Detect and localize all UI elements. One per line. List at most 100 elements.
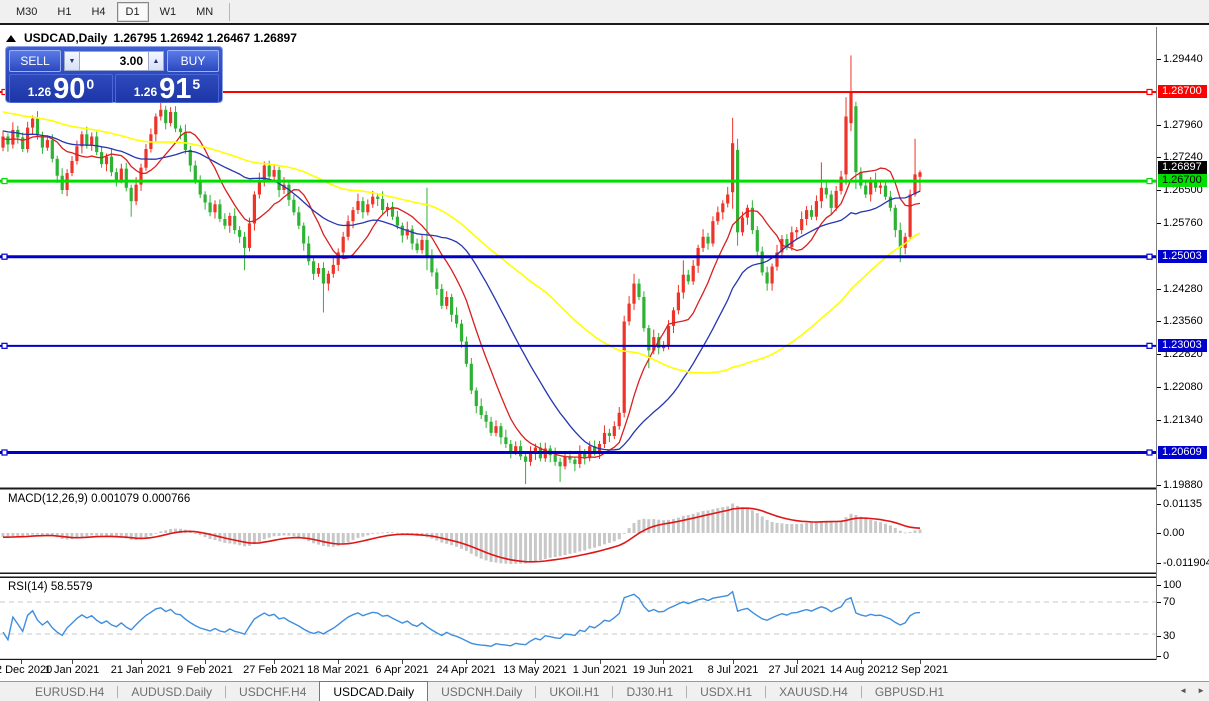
tab-scroll-left-icon[interactable]: ◄ (1179, 687, 1187, 695)
buy-price-digits: 91 (159, 73, 192, 105)
candlesticks (1, 55, 922, 485)
price-badge-1.25003: 1.25003 (1158, 250, 1207, 263)
tab-usdx-h1[interactable]: USDX.H1 (687, 682, 765, 701)
tab-usdcnh-daily[interactable]: USDCNH.Daily (428, 682, 535, 701)
macd-tick-0.00-tick (1157, 533, 1161, 534)
price-tick-1.27240-tick (1157, 157, 1161, 158)
rsi-tick-0-tick (1157, 656, 1161, 657)
hline-handle-1.25003[interactable] (1, 253, 8, 260)
timeframe-button-d1[interactable]: D1 (116, 1, 149, 22)
macd-tick-0.00: 0.00 (1163, 527, 1185, 539)
tab-eurusd-h4[interactable]: EURUSD.H4 (22, 682, 117, 701)
one-click-trade-panel: SELL ▼ 3.00 ▲ BUY 1.26 90 0 1.26 91 5 (5, 46, 223, 105)
hline-handle-1.23003[interactable] (1146, 342, 1153, 349)
timeframe-button-m30[interactable]: M30 (7, 2, 46, 22)
date-axis[interactable]: 12 Dec 20201 Jan 202121 Jan 20219 Feb 20… (0, 660, 1209, 681)
tab-ukoil-h1[interactable]: UKOil.H1 (536, 682, 612, 701)
date-label: 13 May 2021 (503, 664, 567, 676)
rsi-pane-separator-top[interactable] (0, 572, 1156, 575)
sell-button[interactable]: SELL (9, 50, 61, 72)
price-badge-1.28700: 1.28700 (1158, 85, 1207, 98)
buy-button[interactable]: BUY (167, 50, 219, 72)
chart-symbol-label: USDCAD,Daily (24, 31, 108, 45)
price-tick-1.25760: 1.25760 (1163, 217, 1203, 229)
date-label: 6 Apr 2021 (375, 664, 429, 676)
price-tick-1.29440-tick (1157, 59, 1161, 60)
macd-tick--0.011904: -0.011904 (1163, 557, 1209, 569)
hline-handle-1.267[interactable] (1146, 177, 1153, 185)
hline-handle-1.267[interactable] (1, 177, 8, 185)
hline-handle-1.20609[interactable] (1146, 449, 1153, 456)
price-tick-1.24280-tick (1157, 289, 1161, 290)
timeframe-button-h4[interactable]: H4 (82, 2, 114, 22)
date-label: 21 Jan 2021 (110, 664, 172, 676)
rsi-indicator-label: RSI(14) 58.5579 (8, 581, 93, 593)
timeframe-button-mn[interactable]: MN (187, 2, 222, 22)
rsi-tick-70: 70 (1163, 596, 1176, 608)
tab-xauusd-h4[interactable]: XAUUSD.H4 (766, 682, 861, 701)
hline-handle-1.20609[interactable] (1, 449, 8, 456)
rsi-tick-70-tick (1157, 602, 1161, 603)
timeframe-button-h1[interactable]: H1 (48, 2, 80, 22)
price-tick-1.22080: 1.22080 (1163, 381, 1203, 393)
date-label: 8 Jul 2021 (707, 664, 759, 676)
mt4-window: M30 H1 H4 D1 W1 MN USDCAD,Daily 1.26795 1.269… (0, 0, 1209, 701)
price-badge-1.26897: 1.26897 (1158, 161, 1207, 174)
rsi-line (2, 590, 921, 648)
price-axis[interactable]: 1.29440 1.27960 1.27240 1.26500 1.25760 1.242… (1156, 27, 1209, 662)
buy-price-display[interactable]: 1.26 91 5 (115, 73, 219, 105)
volume-decrease-button[interactable]: ▼ (64, 51, 80, 71)
price-tick-1.19880: 1.19880 (1163, 479, 1203, 491)
tab-gbpusd-h1[interactable]: GBPUSD.H1 (862, 682, 957, 701)
chart-canvas (0, 55, 1156, 660)
buy-price-prefix: 1.26 (133, 85, 158, 99)
macd-pane-separator[interactable] (0, 487, 1156, 490)
date-label: 18 Mar 2021 (307, 664, 369, 676)
tab-scroll-arrows: ◄ ► (1179, 687, 1205, 695)
price-tick-1.25760-tick (1157, 223, 1161, 224)
date-label: 1 Jan 2021 (44, 664, 100, 676)
hline-handle-1.287[interactable] (1146, 88, 1153, 96)
rsi-tick-100: 100 (1163, 579, 1182, 591)
macd-tick--0.011904-tick (1157, 563, 1161, 564)
tab-dj30-h1[interactable]: DJ30.H1 (613, 682, 686, 701)
chart-tab-bar: EURUSD.H4 AUDUSD.Daily USDCHF.H4 USDCAD.Dai… (0, 681, 1209, 701)
price-tick-1.21340-tick (1157, 420, 1161, 421)
price-badge-1.20609: 1.20609 (1158, 446, 1207, 459)
sell-price-pip: 0 (86, 76, 95, 92)
date-label: 27 Feb 2021 (243, 664, 305, 676)
tab-usdcad-daily[interactable]: USDCAD.Daily (319, 681, 429, 701)
price-tick-1.23560-tick (1157, 321, 1161, 322)
hline-handle-1.25003[interactable] (1146, 253, 1153, 260)
macd-tick-0.01135: 0.01135 (1163, 498, 1202, 510)
price-tick-1.24280: 1.24280 (1163, 283, 1203, 295)
collapse-triangle-icon[interactable] (6, 34, 16, 42)
date-label: 27 Jul 2021 (768, 664, 826, 676)
sell-price-display[interactable]: 1.26 90 0 (9, 74, 113, 104)
rsi-pane-separator-bottom[interactable] (0, 576, 1156, 579)
price-tick-1.22080-tick (1157, 387, 1161, 388)
date-label: 9 Feb 2021 (177, 664, 233, 676)
rsi-tick-30-tick (1157, 636, 1161, 637)
chart-title: USDCAD,Daily 1.26795 1.26942 1.26467 1.2… (6, 31, 297, 45)
buy-price-pip: 5 (192, 76, 201, 92)
timeframe-toolbar: M30 H1 H4 D1 W1 MN (0, 0, 1209, 25)
price-tick-1.21340: 1.21340 (1163, 414, 1203, 426)
tab-usdchf-h4[interactable]: USDCHF.H4 (226, 682, 319, 701)
volume-increase-button[interactable]: ▲ (148, 51, 164, 71)
date-label: 2 Sep 2021 (891, 664, 949, 676)
tab-scroll-right-icon[interactable]: ► (1197, 687, 1205, 695)
price-tick-1.19880-tick (1157, 485, 1161, 486)
timeframe-button-w1[interactable]: W1 (151, 2, 186, 22)
hline-handle-1.23003[interactable] (1, 342, 8, 349)
price-tick-1.27960: 1.27960 (1163, 119, 1203, 131)
date-label: 24 Apr 2021 (436, 664, 496, 676)
toolbar-separator (229, 2, 231, 21)
macd-histogram (1, 503, 922, 565)
macd-tick-0.01135-tick (1157, 504, 1161, 505)
volume-input[interactable]: 3.00 (80, 51, 148, 71)
price-tick-1.27960-tick (1157, 125, 1161, 126)
tab-audusd-daily[interactable]: AUDUSD.Daily (118, 682, 225, 701)
rsi-tick-0: 0 (1163, 650, 1170, 662)
date-label: 19 Jun 2021 (632, 664, 694, 676)
